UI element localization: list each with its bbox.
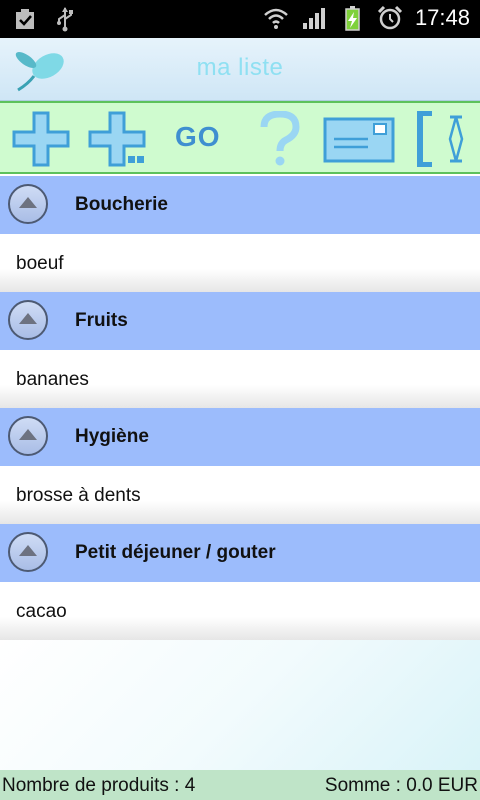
toolbar: GO	[0, 101, 480, 174]
category-header-hygiene[interactable]: Hygiène	[0, 408, 480, 466]
list-empty-area	[0, 640, 480, 770]
expand-collapse-icon[interactable]	[414, 111, 468, 167]
go-button[interactable]: GO	[175, 121, 221, 153]
footer-bar: Nombre de produits : 4 Somme : 0.0 EUR	[0, 770, 480, 800]
collapse-button[interactable]	[8, 416, 48, 456]
category-label: Petit déjeuner / gouter	[75, 542, 276, 563]
message-icon[interactable]	[322, 111, 396, 167]
add-multiple-icon[interactable]	[88, 111, 152, 167]
triangle-up-icon	[19, 197, 37, 208]
list-item[interactable]: bananes	[0, 350, 480, 408]
triangle-up-icon	[19, 313, 37, 324]
checkbox-notification-icon	[16, 9, 34, 29]
help-icon[interactable]	[258, 111, 302, 167]
alarm-icon	[377, 5, 402, 30]
status-bar: 17:48	[0, 0, 480, 38]
item-label: cacao	[16, 601, 67, 622]
item-label: bananes	[16, 369, 89, 390]
category-header-fruits[interactable]: Fruits	[0, 292, 480, 350]
item-label: boeuf	[16, 253, 64, 274]
title-bar: ma liste	[0, 38, 480, 101]
total-sum: Somme : 0.0 EUR	[324, 775, 478, 796]
list-item[interactable]: boeuf	[0, 234, 480, 292]
category-label: Boucherie	[75, 194, 168, 215]
triangle-up-icon	[19, 545, 37, 556]
status-time: 17:48	[414, 5, 470, 30]
category-label: Hygiène	[75, 426, 149, 447]
category-header-petit-dejeuner[interactable]: Petit déjeuner / gouter	[0, 524, 480, 582]
signal-icon	[302, 8, 325, 29]
shopping-list: Boucherie boeuf Fruits bananes Hygiène b…	[0, 176, 480, 640]
product-count: Nombre de produits : 4	[2, 775, 196, 796]
triangle-up-icon	[19, 429, 37, 440]
collapse-button[interactable]	[8, 184, 48, 224]
collapse-button[interactable]	[8, 532, 48, 572]
category-label: Fruits	[75, 310, 128, 331]
collapse-button[interactable]	[8, 300, 48, 340]
list-item[interactable]: brosse à dents	[0, 466, 480, 524]
item-label: brosse à dents	[16, 485, 141, 506]
category-header-boucherie[interactable]: Boucherie	[0, 176, 480, 234]
add-icon[interactable]	[10, 111, 72, 167]
app-title: ma liste	[196, 54, 284, 81]
list-item[interactable]: cacao	[0, 582, 480, 640]
battery-charging-icon	[345, 6, 360, 31]
wifi-icon	[264, 8, 288, 29]
usb-icon	[57, 7, 73, 32]
